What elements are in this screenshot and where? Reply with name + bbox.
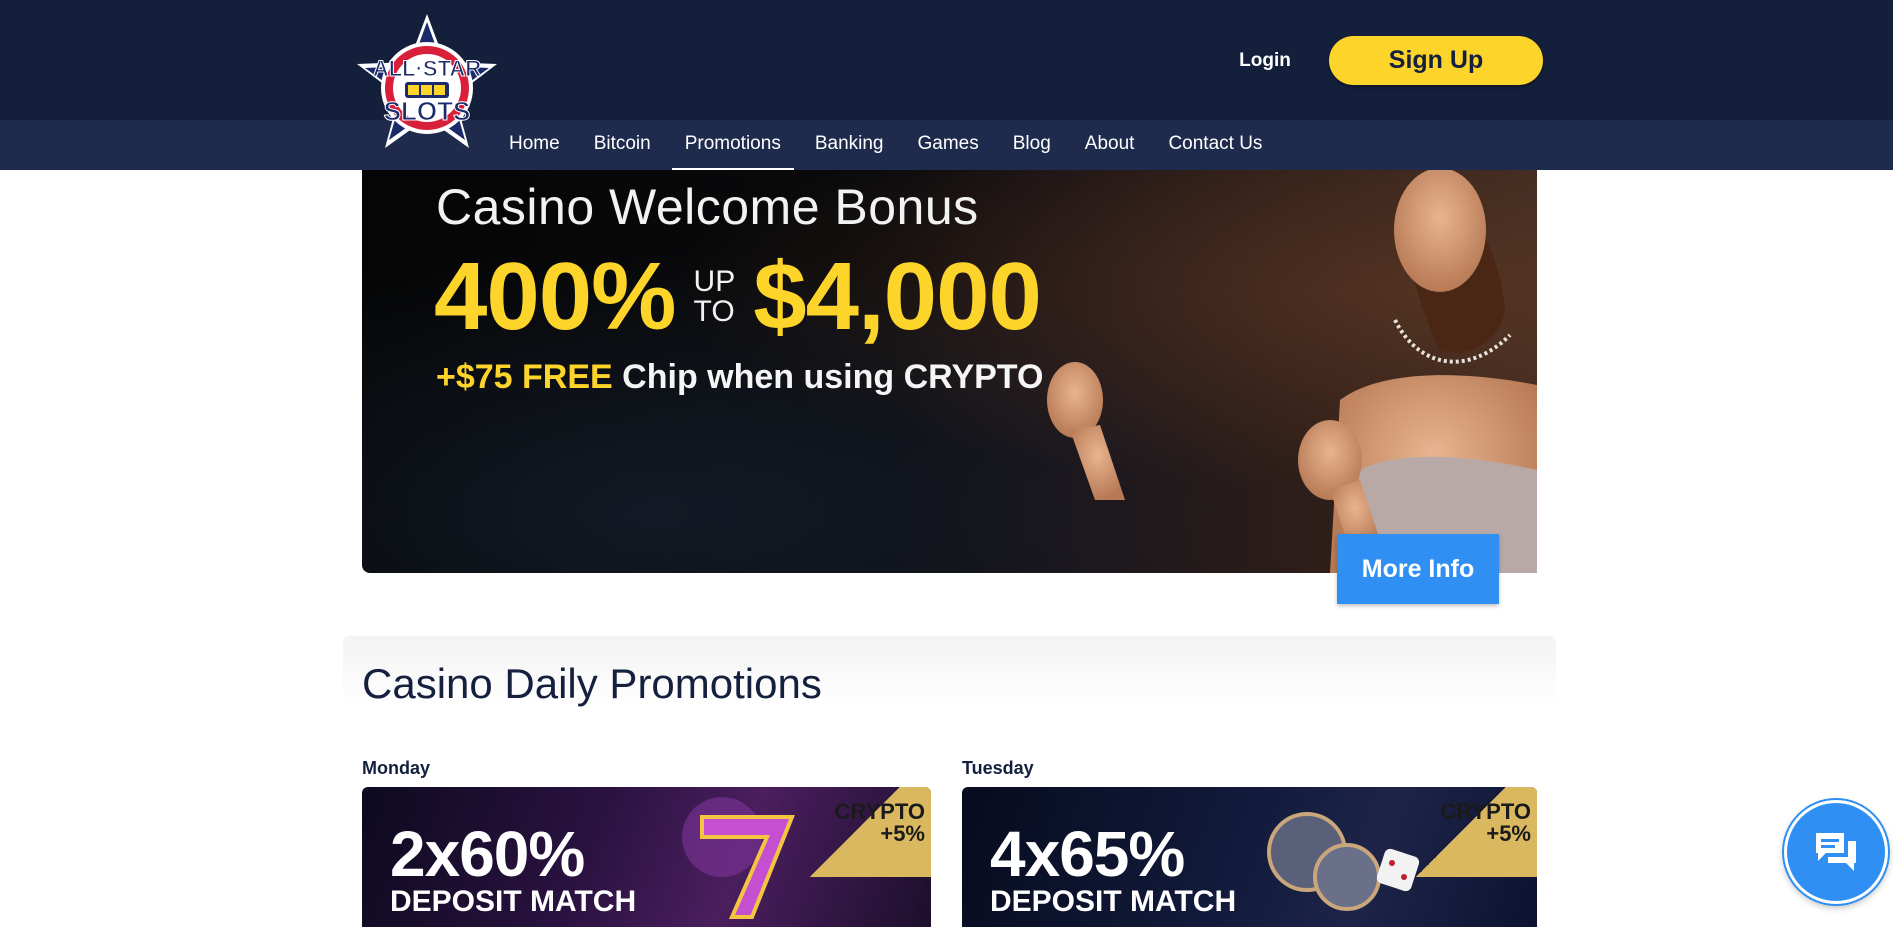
- site-logo[interactable]: ALL·STAR SLOTS: [355, 12, 499, 152]
- nav-item-blog[interactable]: Blog: [1000, 120, 1064, 170]
- crypto-badge-text: CRYPTO +5%: [1441, 801, 1531, 845]
- top-header: [0, 0, 1893, 120]
- crypto-badge-line1: CRYPTO: [834, 799, 925, 824]
- promo-percent: 2x60%: [390, 818, 585, 890]
- svg-text:ALL·STAR: ALL·STAR: [373, 56, 481, 81]
- hero-bonus-amount: 400% UP TO $4,000: [434, 242, 1042, 352]
- nav-item-games[interactable]: Games: [905, 120, 992, 170]
- hero-to: TO: [693, 295, 735, 328]
- hero-title: Casino Welcome Bonus: [436, 179, 979, 235]
- more-info-button[interactable]: More Info: [1337, 534, 1499, 604]
- hero-sub-highlight: +$75 FREE: [436, 358, 613, 396]
- nav-item-home[interactable]: Home: [496, 120, 573, 170]
- promo-percent: 4x65%: [990, 818, 1185, 890]
- promo-match: DEPOSIT MATCH: [990, 885, 1237, 918]
- promo-day-tuesday: Tuesday: [962, 758, 1034, 778]
- main-nav: Home Bitcoin Promotions Banking Games Bl…: [496, 120, 1283, 170]
- crypto-badge-line2: +5%: [1486, 821, 1531, 846]
- nav-item-promotions[interactable]: Promotions: [671, 120, 794, 170]
- promo-card-monday[interactable]: 2x60% DEPOSIT MATCH CRYPTO +5%: [362, 787, 931, 927]
- hero-up-to: UP TO: [694, 267, 736, 327]
- nav-item-about[interactable]: About: [1072, 120, 1148, 170]
- login-link[interactable]: Login: [1225, 44, 1305, 78]
- hero-percent: 400%: [434, 243, 677, 350]
- chat-button[interactable]: [1784, 800, 1888, 904]
- hero-sub-text: Chip when using CRYPTO: [622, 358, 1044, 396]
- daily-promotions-title: Casino Daily Promotions: [362, 660, 822, 707]
- crypto-badge-line1: CRYPTO: [1440, 799, 1531, 824]
- hero-subtitle: +$75 FREE Chip when using CRYPTO: [436, 358, 1043, 397]
- hero-woman-image: [1047, 170, 1537, 573]
- hero-amount: $4,000: [753, 243, 1042, 350]
- promo-card-tuesday[interactable]: 4x65% DEPOSIT MATCH CRYPTO +5%: [962, 787, 1537, 927]
- nav-item-bitcoin[interactable]: Bitcoin: [581, 120, 664, 170]
- promo-day-monday: Monday: [362, 758, 431, 778]
- svg-text:SLOTS: SLOTS: [384, 96, 471, 126]
- crypto-badge-line2: +5%: [880, 821, 925, 846]
- chat-icon: [1816, 833, 1856, 871]
- signup-button[interactable]: Sign Up: [1329, 36, 1543, 85]
- crypto-badge-text: CRYPTO +5%: [835, 801, 925, 845]
- promo-match: DEPOSIT MATCH: [390, 885, 637, 918]
- nav-item-contact[interactable]: Contact Us: [1155, 120, 1275, 170]
- nav-item-banking[interactable]: Banking: [802, 120, 897, 170]
- hero-up: UP: [693, 265, 736, 298]
- logo-star-icon: ALL·STAR SLOTS: [357, 14, 497, 148]
